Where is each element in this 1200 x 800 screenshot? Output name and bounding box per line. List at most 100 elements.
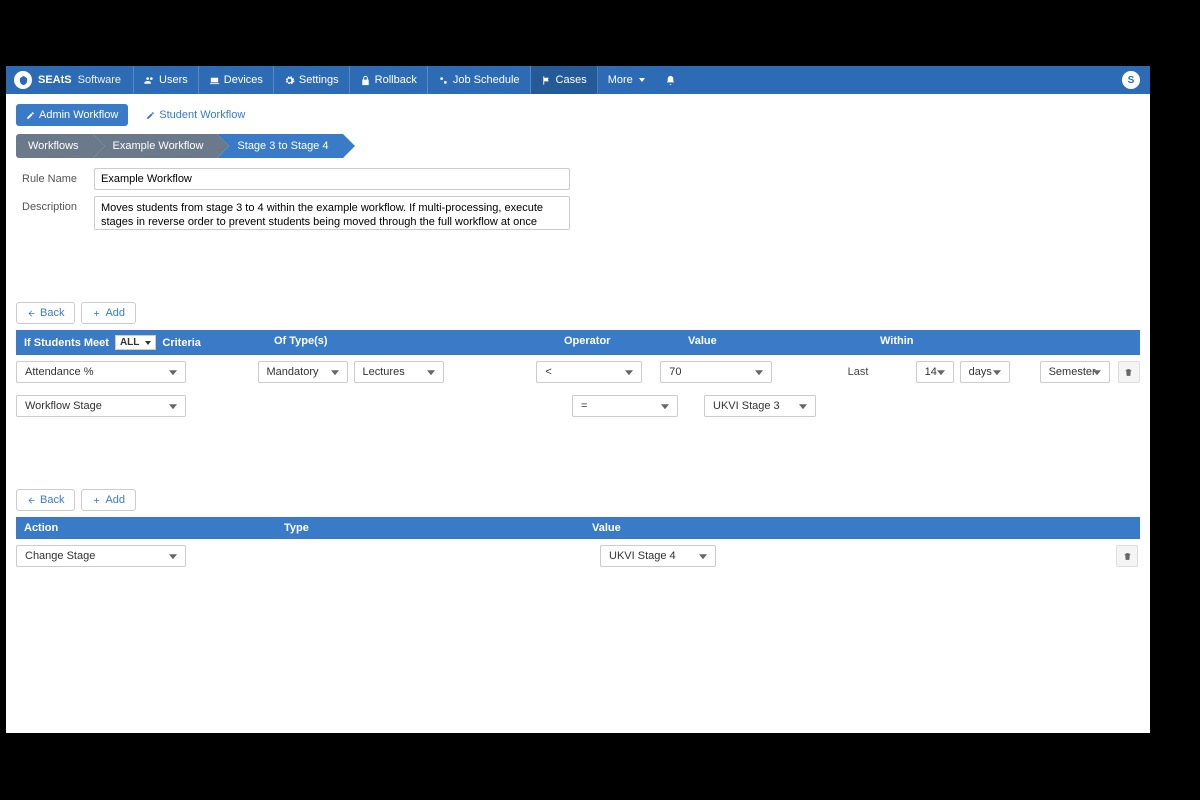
nav-rollback[interactable]: Rollback (350, 66, 428, 94)
users-icon (144, 75, 155, 86)
criteria-op-select[interactable]: = (572, 395, 678, 417)
top-nav: SEAtS Software Users Devices Settings Ro… (6, 66, 1150, 94)
plus-icon (92, 496, 101, 505)
breadcrumb-stage[interactable]: Stage 3 to Stage 4 (217, 134, 342, 158)
criteria-add-button[interactable]: Add (81, 302, 136, 324)
within-scope: Semester (1049, 366, 1096, 378)
rule-name-label: Rule Name (22, 168, 94, 185)
back-label: Back (40, 494, 64, 506)
back-label: Back (40, 307, 64, 319)
nav-more-label: More (608, 74, 633, 86)
action-buttons: Back Add (6, 479, 1150, 517)
nav-devices[interactable]: Devices (199, 66, 274, 94)
brand-name: SEAtS (38, 74, 72, 86)
delete-action-button[interactable] (1116, 545, 1138, 567)
criteria-value-select[interactable]: UKVI Stage 3 (704, 395, 816, 417)
delete-criteria-button[interactable] (1118, 361, 1140, 383)
criteria-op-select[interactable]: < (536, 361, 642, 383)
devices-icon (209, 75, 220, 86)
action-value: Change Stage (25, 550, 95, 562)
nav-settings[interactable]: Settings (274, 66, 350, 94)
field-value: Workflow Stage (25, 400, 102, 412)
op-value: < (545, 366, 551, 378)
nav-jobschedule[interactable]: Job Schedule (428, 66, 531, 94)
criteria-header-within: Within (872, 330, 1116, 355)
meet-pre: If Students Meet (24, 337, 109, 349)
nav-settings-label: Settings (299, 74, 339, 86)
criteria-header-operator: Operator (556, 330, 680, 355)
meet-post: Criteria (162, 337, 201, 349)
brand[interactable]: SEAtS Software (6, 66, 134, 94)
op-value: = (581, 400, 587, 412)
brand-logo-icon (14, 71, 32, 89)
nav-rollback-label: Rollback (375, 74, 417, 86)
nav-users[interactable]: Users (134, 66, 199, 94)
within-num-select[interactable]: 14 (916, 361, 954, 383)
cogs-icon (438, 75, 449, 86)
action-back-button[interactable]: Back (16, 489, 75, 511)
breadcrumb-example[interactable]: Example Workflow (93, 134, 218, 158)
tab-student-label: Student Workflow (159, 109, 245, 121)
within-unit: days (969, 366, 992, 378)
edit-icon (146, 111, 155, 120)
tab-admin-workflow[interactable]: Admin Workflow (16, 104, 128, 126)
description-input[interactable]: Moves students from stage 3 to 4 within … (94, 196, 570, 230)
criteria-type2-select[interactable]: Lectures (354, 361, 444, 383)
criteria-row: Attendance % Mandatory Lectures < 70 (6, 355, 1150, 389)
user-badge[interactable]: S (1122, 71, 1140, 89)
action-add-button[interactable]: Add (81, 489, 136, 511)
action-value-select[interactable]: UKVI Stage 4 (600, 545, 716, 567)
breadcrumbs: Workflows Example Workflow Stage 3 to St… (6, 134, 1150, 158)
within-last-label: Last (848, 366, 910, 378)
nav-bell[interactable] (655, 66, 686, 94)
plus-icon (92, 309, 101, 318)
value-value: 70 (669, 366, 681, 378)
criteria-row: Workflow Stage = UKVI Stage 3 (6, 389, 1150, 423)
nav-jobschedule-label: Job Schedule (453, 74, 520, 86)
criteria-field-select[interactable]: Workflow Stage (16, 395, 186, 417)
caret-down-icon (639, 78, 645, 82)
criteria-all-select[interactable]: ALL (115, 335, 156, 350)
description-label: Description (22, 196, 94, 213)
criteria-buttons: Back Add (6, 292, 1150, 330)
value-value: UKVI Stage 3 (713, 400, 780, 412)
edit-icon (26, 111, 35, 120)
nav-cases[interactable]: Cases (531, 66, 598, 94)
criteria-value-select[interactable]: 70 (660, 361, 772, 383)
tab-admin-label: Admin Workflow (39, 109, 118, 121)
workflow-subtabs: Admin Workflow Student Workflow (6, 94, 1150, 134)
tab-student-workflow[interactable]: Student Workflow (136, 104, 255, 126)
add-label: Add (105, 307, 125, 319)
nav-links: Users Devices Settings Rollback Job Sche… (134, 66, 686, 94)
criteria-type1-select[interactable]: Mandatory (258, 361, 348, 383)
nav-cases-label: Cases (556, 74, 587, 86)
within-num: 14 (925, 366, 937, 378)
action-select[interactable]: Change Stage (16, 545, 186, 567)
within-unit-select[interactable]: days (960, 361, 1010, 383)
back-icon (27, 496, 36, 505)
nav-more[interactable]: More (598, 66, 655, 94)
criteria-back-button[interactable]: Back (16, 302, 75, 324)
breadcrumb-workflows[interactable]: Workflows (16, 134, 93, 158)
type1-value: Mandatory (267, 366, 319, 378)
nav-users-label: Users (159, 74, 188, 86)
action-header-value: Value (584, 517, 1116, 539)
field-value: Attendance % (25, 366, 94, 378)
nav-devices-label: Devices (224, 74, 263, 86)
action-header-type: Type (276, 517, 584, 539)
lock-icon (360, 75, 371, 86)
type2-value: Lectures (363, 366, 405, 378)
trash-icon (1123, 552, 1132, 561)
action-header-row: Action Type Value (16, 517, 1140, 539)
criteria-field-select[interactable]: Attendance % (16, 361, 186, 383)
action-row: Change Stage UKVI Stage 4 (6, 539, 1150, 573)
criteria-header-value: Value (680, 330, 872, 355)
back-icon (27, 309, 36, 318)
caret-down-icon (145, 341, 151, 345)
settings-icon (284, 75, 295, 86)
flag-icon (541, 75, 552, 86)
all-label: ALL (120, 337, 139, 348)
within-scope-select[interactable]: Semester (1040, 361, 1110, 383)
brand-sub: Software (78, 74, 121, 86)
rule-name-input[interactable] (94, 168, 570, 190)
